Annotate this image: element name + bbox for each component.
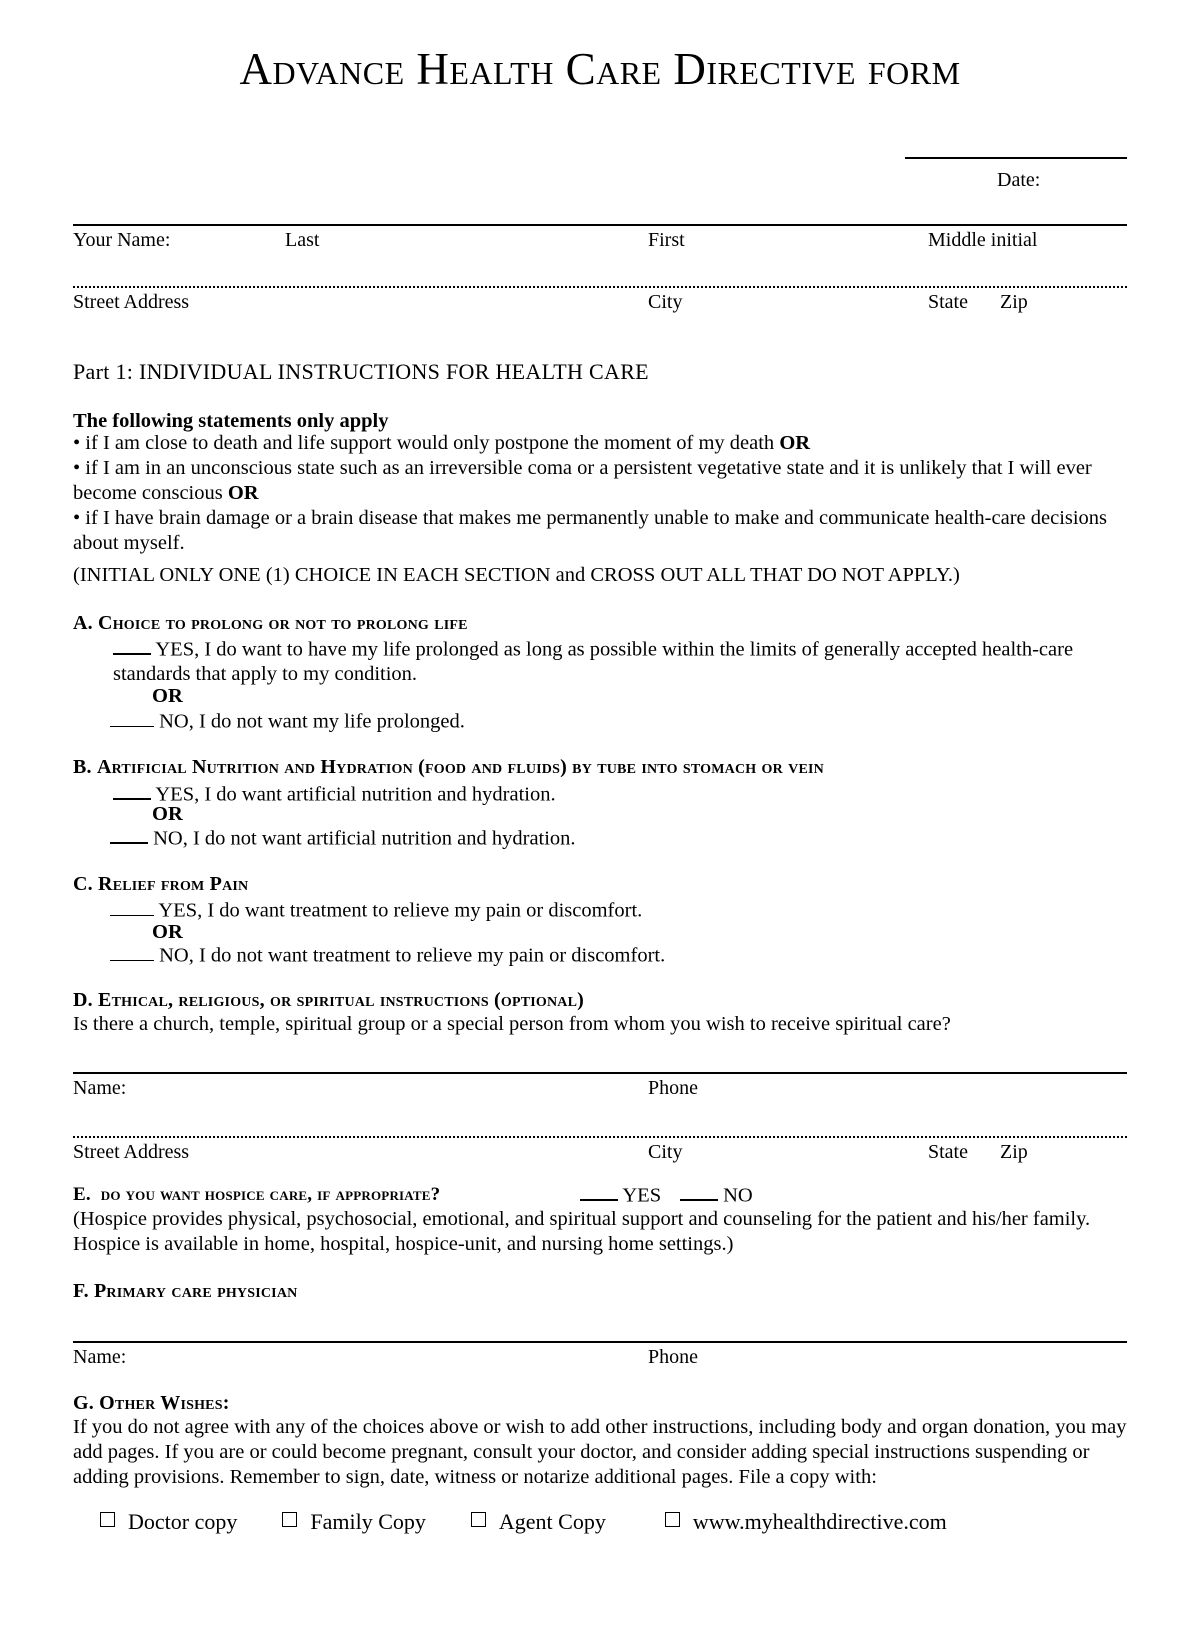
- section-f-heading: F. Primary care physician: [73, 1280, 297, 1303]
- section-b-heading: B. Artificial Nutrition and Hydration (f…: [73, 756, 824, 779]
- section-d-address-rule: [73, 1136, 1127, 1138]
- section-c-yes[interactable]: YES, I do want treatment to relieve my p…: [110, 898, 1110, 923]
- section-f-letter: F.: [73, 1280, 89, 1302]
- section-c-no[interactable]: NO, I do not want treatment to relieve m…: [110, 943, 1110, 968]
- section-c-letter: C.: [73, 873, 93, 895]
- checkbox-family-copy[interactable]: Family Copy: [282, 1507, 426, 1535]
- section-f-title: Primary care physician: [93, 1280, 298, 1302]
- section-g-body: If you do not agree with any of the choi…: [73, 1416, 1127, 1488]
- section-a-or: OR: [152, 685, 183, 707]
- section-b-letter: B.: [73, 756, 92, 778]
- section-c-yes-label: YES, I do want treatment to relieve my p…: [158, 899, 643, 922]
- section-a-heading: A. Choice to prolong or not to prolong l…: [73, 612, 468, 635]
- checkbox-doctor-copy[interactable]: Doctor copy: [100, 1507, 237, 1535]
- section-e-yes-label: YES: [622, 1184, 662, 1207]
- section-e-heading: E. do you want hospice care, if appropri…: [73, 1184, 440, 1206]
- section-d-city-label: City: [648, 1141, 683, 1163]
- part1-bullet-2: • if I am in an unconscious state such a…: [73, 456, 1139, 506]
- section-e-title: do you want hospice care, if appropriate…: [100, 1184, 441, 1205]
- bullet-2-text: • if I am in an unconscious state such a…: [73, 457, 1092, 504]
- section-c-no-blank[interactable]: [110, 943, 154, 962]
- section-g-heading: G. Other Wishes:: [73, 1392, 230, 1415]
- section-c-or: OR: [152, 921, 183, 943]
- section-g-title: Other Wishes:: [99, 1392, 230, 1414]
- section-e-no-label: NO: [723, 1184, 753, 1207]
- middle-initial-label: Middle initial: [928, 229, 1038, 251]
- name-row-rule: [73, 224, 1127, 226]
- section-d-zip-label: Zip: [1000, 1141, 1028, 1163]
- address-row-rule: [73, 286, 1127, 288]
- section-a-no-label: NO, I do not want my life prolonged.: [159, 710, 465, 733]
- date-rule: [905, 157, 1127, 159]
- checkbox-family-copy-label: Family Copy: [310, 1508, 426, 1534]
- part1-initial-instruction: (INITIAL ONLY ONE (1) CHOICE IN EACH SEC…: [73, 564, 960, 586]
- checkbox-icon[interactable]: [282, 1512, 298, 1528]
- date-label: Date:: [997, 169, 1041, 191]
- city-label: City: [648, 291, 683, 313]
- bullet-1-or: OR: [779, 432, 811, 454]
- file-copy-checkbox-row: Doctor copy Family Copy Agent Copy www.m…: [100, 1506, 1100, 1535]
- section-d-street-label: Street Address: [73, 1141, 190, 1163]
- section-a-no-blank[interactable]: [110, 709, 154, 728]
- part1-heading: Part 1: INDIVIDUAL INSTRUCTIONS FOR HEAL…: [73, 359, 649, 384]
- section-b-yes[interactable]: YES, I do want artificial nutrition and …: [113, 781, 1113, 807]
- section-a-yes-label: YES, I do want to have my life prolonged…: [113, 638, 1074, 686]
- section-a-yes-blank[interactable]: [113, 636, 151, 656]
- checkbox-agent-copy[interactable]: Agent Copy: [470, 1507, 606, 1535]
- section-a-letter: A.: [73, 612, 93, 634]
- section-d-heading: D. Ethical, religious, or spiritual inst…: [73, 989, 584, 1012]
- page-title: Advance Health Care Directive form: [239, 44, 961, 94]
- section-c-title: Relief from Pain: [98, 873, 249, 895]
- state-label: State: [928, 291, 968, 313]
- section-e-yes[interactable]: YES: [580, 1182, 661, 1208]
- section-a-title: Choice to prolong or not to prolong life: [98, 612, 468, 634]
- section-e-yes-blank[interactable]: [580, 1182, 618, 1202]
- checkbox-doctor-copy-label: Doctor copy: [128, 1508, 238, 1534]
- checkbox-icon[interactable]: [664, 1512, 680, 1528]
- section-d-name-label: Name:: [73, 1077, 127, 1099]
- section-e-note-line1: (Hospice provides physical, psychosocial…: [73, 1208, 1091, 1230]
- section-d-title: Ethical, religious, or spiritual instruc…: [98, 989, 585, 1011]
- section-f-name-label: Name:: [73, 1346, 127, 1368]
- section-e-letter: E.: [73, 1184, 91, 1205]
- section-f-name-rule: [73, 1341, 1127, 1343]
- section-b-yes-blank[interactable]: [113, 781, 151, 801]
- part1-bullet-1: • if I am close to death and life suppor…: [73, 431, 1139, 456]
- document-page: Advance Health Care Directive form Date:…: [0, 0, 1200, 1650]
- bullet-2-or: OR: [227, 482, 259, 504]
- section-e-no[interactable]: NO: [680, 1182, 753, 1208]
- checkbox-icon[interactable]: [100, 1512, 115, 1528]
- section-b-no-blank[interactable]: [110, 825, 148, 845]
- section-a-no[interactable]: NO, I do not want my life prolonged.: [110, 709, 1110, 734]
- section-d-question: Is there a church, temple, spiritual gro…: [73, 1013, 951, 1035]
- section-c-heading: C. Relief from Pain: [73, 873, 248, 896]
- section-d-phone-label: Phone: [648, 1077, 698, 1099]
- zip-label: Zip: [1000, 291, 1028, 313]
- first-name-label: First: [648, 229, 685, 251]
- section-d-letter: D.: [73, 989, 93, 1011]
- street-address-label: Street Address: [73, 291, 190, 313]
- checkbox-website-copy-label: www.myhealthdirective.com: [692, 1508, 947, 1534]
- section-e-note-line2: Hospice is available in home, hospital, …: [73, 1233, 734, 1255]
- section-e-no-blank[interactable]: [680, 1182, 718, 1202]
- checkbox-agent-copy-label: Agent Copy: [498, 1508, 606, 1534]
- part1-bullet-3: • if I have brain damage or a brain dise…: [73, 507, 1108, 554]
- section-b-no[interactable]: NO, I do not want artificial nutrition a…: [110, 825, 1110, 851]
- section-b-yes-label: YES, I do want artificial nutrition and …: [155, 783, 556, 806]
- last-name-label: Last: [285, 229, 320, 251]
- your-name-label: Your Name:: [73, 229, 171, 251]
- section-b-no-label: NO, I do not want artificial nutrition a…: [153, 827, 576, 850]
- section-a-yes[interactable]: YES, I do want to have my life prolonged…: [113, 636, 1113, 687]
- section-c-yes-blank[interactable]: [110, 898, 154, 917]
- section-f-phone-label: Phone: [648, 1346, 698, 1368]
- checkbox-website-copy[interactable]: www.myhealthdirective.com: [664, 1507, 947, 1535]
- section-b-or: OR: [152, 803, 183, 825]
- section-d-state-label: State: [928, 1141, 968, 1163]
- bullet-1-text: • if I am close to death and life suppor…: [73, 432, 780, 454]
- section-c-no-label: NO, I do not want treatment to relieve m…: [159, 944, 666, 967]
- checkbox-icon[interactable]: [470, 1512, 486, 1528]
- section-g-letter: G.: [73, 1392, 94, 1414]
- section-b-title: Artificial Nutrition and Hydration (food…: [96, 756, 824, 778]
- section-d-name-rule: [73, 1072, 1127, 1074]
